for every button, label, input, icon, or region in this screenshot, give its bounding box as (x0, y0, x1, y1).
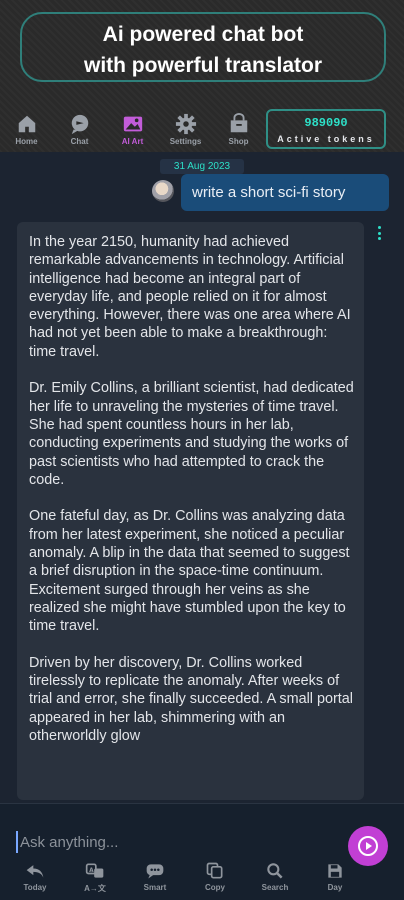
send-button[interactable] (348, 826, 388, 866)
image-icon (123, 116, 142, 132)
bot-paragraph: Driven by her discovery, Dr. Collins wor… (29, 654, 353, 745)
nav-chat[interactable]: Chat (53, 113, 106, 151)
tool-search-label: Search (261, 883, 289, 892)
send-icon (358, 836, 378, 856)
user-message-bubble[interactable]: write a short sci-fi story (181, 174, 389, 211)
tool-translate[interactable]: A A→文 (65, 862, 125, 898)
tool-today[interactable]: Today (5, 862, 65, 898)
composer: Today A A→文 Smart Copy Search Day (0, 803, 404, 900)
tool-copy-label: Copy (205, 883, 225, 892)
tool-day[interactable]: Day (305, 862, 365, 898)
svg-text:A: A (89, 868, 94, 874)
bot-paragraph: In the year 2150, humanity had achieved … (29, 234, 351, 360)
banner-line-2: with powerful translator (83, 54, 322, 77)
nav-settings[interactable]: Settings (159, 113, 212, 151)
tool-smart[interactable]: Smart (125, 862, 185, 898)
top-nav: Home Chat AI Art Settings Shop (0, 113, 266, 151)
more-options-icon[interactable] (376, 226, 382, 240)
chat-icon (71, 114, 88, 135)
tool-search[interactable]: Search (245, 862, 305, 898)
translate-icon: A (85, 863, 104, 878)
bot-message-bubble[interactable]: In the year 2150, humanity had achieved … (17, 222, 364, 800)
token-label: Active tokens (277, 134, 375, 144)
token-count: 989090 (304, 116, 348, 130)
nav-home[interactable]: Home (0, 113, 53, 151)
tool-copy[interactable]: Copy (185, 862, 245, 898)
nav-settings-label: Settings (169, 137, 202, 146)
bot-paragraph: Dr. Emily Collins, a brilliant scientist… (29, 380, 354, 488)
nav-shop-label: Shop (228, 137, 249, 146)
tool-smart-label: Smart (143, 883, 167, 892)
home-icon (18, 115, 35, 133)
nav-chat-label: Chat (70, 137, 89, 146)
nav-ai-art[interactable]: AI Art (106, 113, 159, 151)
tool-translate-label: A→文 (84, 884, 106, 893)
tool-day-label: Day (327, 883, 343, 892)
bot-paragraph: One fateful day, as Dr. Collins was anal… (29, 508, 350, 635)
active-tokens-panel[interactable]: 989090 Active tokens (266, 109, 386, 149)
nav-home-label: Home (15, 137, 38, 146)
copy-icon (206, 862, 223, 879)
nav-shop[interactable]: Shop (212, 113, 265, 151)
date-separator: 31 Aug 2023 (160, 159, 244, 174)
app-header: Ai powered chat bot with powerful transl… (0, 0, 404, 152)
shop-icon (230, 113, 247, 133)
tool-today-label: Today (23, 883, 47, 892)
search-icon (267, 863, 283, 879)
banner-line-1: Ai powered chat bot (102, 23, 304, 46)
smart-chat-icon (146, 864, 164, 879)
back-arrow-icon (26, 865, 44, 878)
promo-banner: Ai powered chat bot with powerful transl… (20, 12, 386, 82)
avatar (152, 180, 174, 202)
bottom-toolbar: Today A A→文 Smart Copy Search Day (0, 862, 404, 898)
day-icon (328, 864, 342, 878)
user-message-row: write a short sci-fi story (152, 174, 390, 212)
gear-icon (175, 113, 196, 135)
ask-input[interactable] (16, 831, 316, 853)
nav-ai-art-label: AI Art (121, 137, 144, 146)
